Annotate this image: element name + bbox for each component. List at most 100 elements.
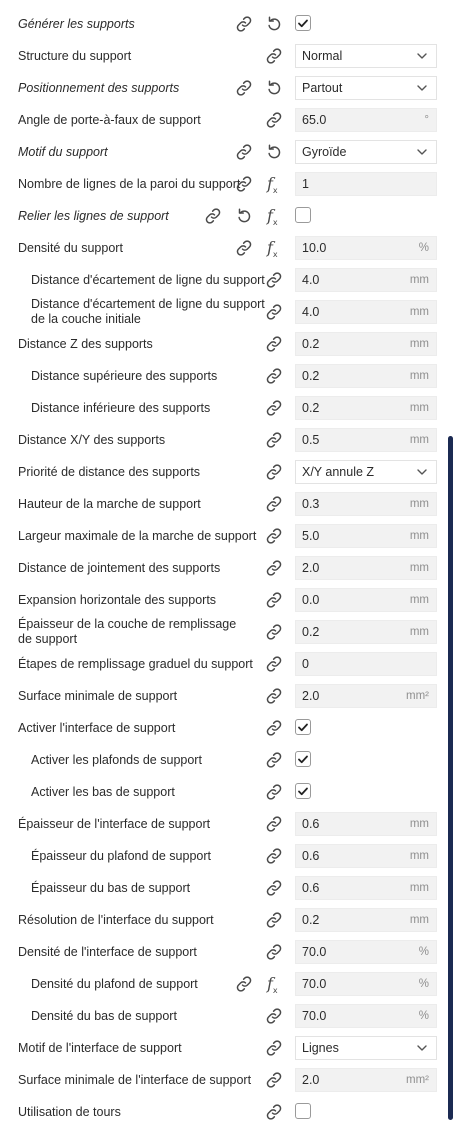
link-icon[interactable] — [265, 431, 283, 449]
support-interface-height-input[interactable]: 0.6 mm — [295, 812, 437, 836]
fx-icon[interactable]: fx — [267, 238, 285, 259]
support-bottom-density-input[interactable]: 70.0 % — [295, 1004, 437, 1028]
link-icon[interactable] — [265, 271, 283, 289]
support-step-width-input[interactable]: 5.0 mm — [295, 524, 437, 548]
fx-icon[interactable]: fx — [267, 174, 285, 195]
setting-row-support-z-distance: Distance Z des supports 0.2 mm — [0, 328, 453, 360]
link-icon[interactable] — [265, 751, 283, 769]
setting-row-support-interface-enable: Activer l'interface de support — [0, 712, 453, 744]
link-icon[interactable] — [265, 815, 283, 833]
reset-icon[interactable] — [265, 15, 283, 33]
link-icon[interactable] — [265, 911, 283, 929]
link-icon[interactable] — [265, 879, 283, 897]
reset-icon[interactable] — [235, 207, 253, 225]
link-icon[interactable] — [265, 527, 283, 545]
link-icon[interactable] — [235, 175, 253, 193]
support-interface-resolution-input[interactable]: 0.2 mm — [295, 908, 437, 932]
link-icon[interactable] — [265, 1071, 283, 1089]
link-icon[interactable] — [265, 111, 283, 129]
link-icon[interactable] — [265, 719, 283, 737]
setting-label: Épaisseur du plafond de support — [31, 848, 211, 863]
support-min-area-input[interactable]: 2.0 mm² — [295, 684, 437, 708]
support-roof-height-input[interactable]: 0.6 mm — [295, 844, 437, 868]
link-icon[interactable] — [235, 143, 253, 161]
link-icon[interactable] — [265, 847, 283, 865]
support-step-height-input[interactable]: 0.3 mm — [295, 492, 437, 516]
link-icon[interactable] — [235, 975, 253, 993]
reset-icon[interactable] — [265, 143, 283, 161]
link-icon[interactable] — [265, 591, 283, 609]
link-icon[interactable] — [265, 399, 283, 417]
link-icon[interactable] — [235, 79, 253, 97]
link-icon[interactable] — [204, 207, 222, 225]
setting-label: Nombre de lignes de la paroi du support — [18, 176, 241, 191]
link-icon[interactable] — [265, 1103, 283, 1121]
link-icon[interactable] — [265, 335, 283, 353]
chevron-down-icon — [416, 146, 436, 158]
support-wall-count-input[interactable]: 1 — [295, 172, 437, 196]
link-icon[interactable] — [235, 239, 253, 257]
support-density-input[interactable]: 10.0 % — [295, 236, 437, 260]
support-xy-priority-dropdown[interactable]: X/Y annule Z — [295, 460, 437, 484]
setting-row-support-interface-density: Densité de l'interface de support 70.0 % — [0, 936, 453, 968]
field-value: 0.2 — [302, 337, 320, 351]
support-bottom-enable-checkbox[interactable] — [295, 783, 311, 799]
support-offset-input[interactable]: 0.0 mm — [295, 588, 437, 612]
link-icon[interactable] — [265, 303, 283, 321]
support-interface-min-area-input[interactable]: 2.0 mm² — [295, 1068, 437, 1092]
support-roof-enable-checkbox[interactable] — [295, 751, 311, 767]
support-top-distance-input[interactable]: 0.2 mm — [295, 364, 437, 388]
fx-icon[interactable]: fx — [267, 974, 285, 995]
vertical-scrollbar[interactable] — [448, 436, 453, 1120]
field-unit: mm — [409, 882, 429, 894]
setting-label: Épaisseur du bas de support — [31, 880, 191, 895]
link-icon[interactable] — [265, 47, 283, 65]
support-interface-density-input[interactable]: 70.0 % — [295, 940, 437, 964]
link-icon[interactable] — [265, 1007, 283, 1025]
field-value: 4.0 — [302, 273, 320, 287]
support-initial-line-distance-input[interactable]: 4.0 mm — [295, 300, 437, 324]
link-icon[interactable] — [265, 495, 283, 513]
support-structure-dropdown[interactable]: Normal — [295, 44, 437, 68]
setting-row-generate-support: Générer les supports — [0, 8, 453, 40]
fx-icon[interactable]: fx — [267, 206, 285, 227]
setting-label: Priorité de distance des supports — [18, 464, 201, 479]
support-infill-thickness-input[interactable]: 0.2 mm — [295, 620, 437, 644]
support-pattern-dropdown[interactable]: Gyroïde — [295, 140, 437, 164]
support-line-distance-input[interactable]: 4.0 mm — [295, 268, 437, 292]
link-icon[interactable] — [265, 367, 283, 385]
link-icon[interactable] — [265, 687, 283, 705]
support-bottom-height-input[interactable]: 0.6 mm — [295, 876, 437, 900]
link-icon[interactable] — [265, 783, 283, 801]
support-interface-enable-checkbox[interactable] — [295, 719, 311, 735]
link-icon[interactable] — [265, 463, 283, 481]
reset-icon[interactable] — [265, 79, 283, 97]
use-towers-checkbox[interactable] — [295, 1103, 311, 1119]
support-angle-input[interactable]: 65.0 ° — [295, 108, 437, 132]
field-value: 0.2 — [302, 625, 320, 639]
support-roof-density-input[interactable]: 70.0 % — [295, 972, 437, 996]
support-placement-dropdown[interactable]: Partout — [295, 76, 437, 100]
support-gradual-steps-input[interactable]: 0 — [295, 652, 437, 676]
chevron-down-icon — [416, 82, 436, 94]
setting-label: Positionnement des supports — [18, 80, 180, 95]
field-value: 70.0 — [302, 945, 327, 959]
support-join-distance-input[interactable]: 2.0 mm — [295, 556, 437, 580]
support-connect-checkbox[interactable] — [295, 207, 311, 223]
field-unit: mm — [409, 402, 429, 414]
setting-row-support-offset: Expansion horizontale des supports 0.0 m… — [0, 584, 453, 616]
support-bottom-distance-input[interactable]: 0.2 mm — [295, 396, 437, 420]
link-icon[interactable] — [265, 655, 283, 673]
support-interface-pattern-dropdown[interactable]: Lignes — [295, 1036, 437, 1060]
field-value: 0.6 — [302, 817, 320, 831]
link-icon[interactable] — [265, 559, 283, 577]
generate-support-checkbox[interactable] — [295, 15, 311, 31]
link-icon[interactable] — [265, 1039, 283, 1057]
support-z-distance-input[interactable]: 0.2 mm — [295, 332, 437, 356]
setting-label: Distance d'écartement de ligne du suppor… — [31, 272, 265, 287]
setting-label: Étapes de remplissage graduel du support — [18, 656, 253, 671]
link-icon[interactable] — [265, 623, 283, 641]
support-xy-distance-input[interactable]: 0.5 mm — [295, 428, 437, 452]
link-icon[interactable] — [265, 943, 283, 961]
link-icon[interactable] — [235, 15, 253, 33]
